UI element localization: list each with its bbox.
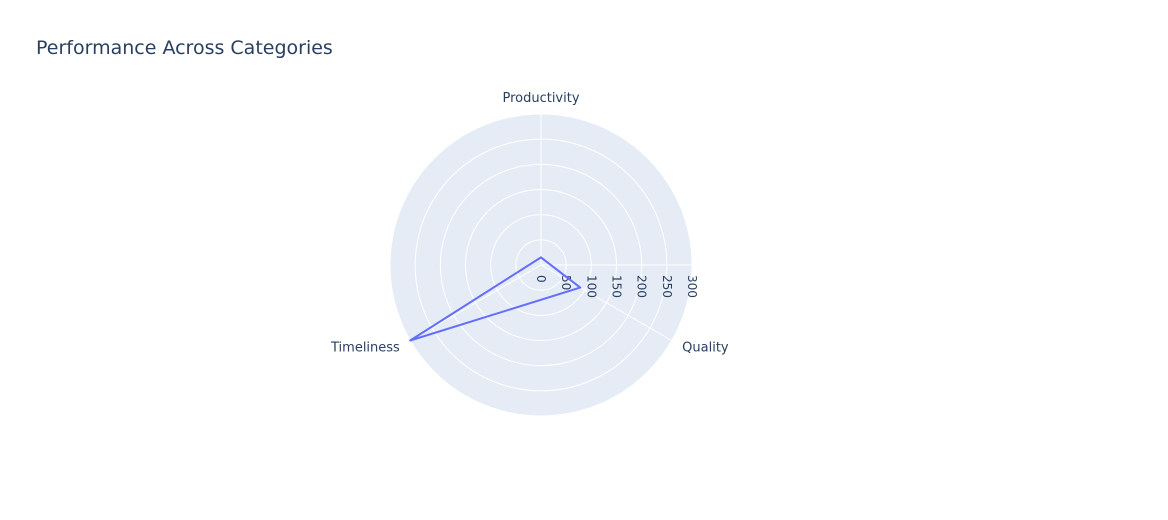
- radial-tick-label: 150: [610, 275, 624, 298]
- radial-tick-label: 300: [685, 275, 699, 298]
- category-label: Quality: [682, 341, 729, 356]
- radial-tick-label: 0: [534, 275, 548, 283]
- category-label: Timeliness: [330, 341, 400, 356]
- radial-tick-label: 200: [635, 275, 649, 298]
- radial-tick-label: 100: [584, 275, 598, 298]
- radar-chart: 0 50 100 150 200 250 300 ProductivityQualityTi…: [330, 91, 729, 417]
- radial-tick-label: 250: [660, 275, 674, 298]
- category-label: Productivity: [502, 91, 579, 106]
